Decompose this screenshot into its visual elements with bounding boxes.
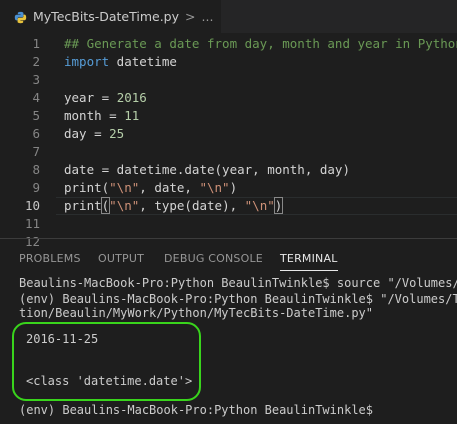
code-token: 11 (124, 108, 140, 123)
line-number: 10 (24, 198, 40, 213)
code-line[interactable]: 11 (0, 215, 457, 233)
code-token: import (64, 54, 110, 69)
code-line[interactable]: 7 (0, 143, 457, 161)
code-text: day = 25 (64, 125, 124, 143)
editor-tab-bar: MyTecBits-DateTime.py > ... (0, 0, 457, 33)
line-number: 9 (32, 180, 40, 195)
code-token: datetime (109, 54, 177, 69)
code-line[interactable]: 1 ## Generate a date from day, month and … (0, 35, 457, 53)
code-token: ## Generate a date from day, month and y… (64, 36, 457, 51)
line-number: 5 (32, 108, 40, 123)
code-token: , type(date), (139, 198, 245, 213)
output-highlight-box (12, 322, 201, 401)
tab-problems[interactable]: PROBLEMS (19, 252, 81, 265)
code-line[interactable]: 6 day = 25 (0, 125, 457, 143)
code-token: ) (229, 180, 238, 195)
code-token: month = (64, 108, 125, 123)
code-token: , date, (139, 180, 200, 195)
code-text: ## Generate a date from day, month and y… (64, 35, 457, 53)
code-text: date = datetime.date(year, month, day) (64, 161, 350, 179)
code-token: date = datetime.date(year, month, day) (64, 162, 350, 177)
code-line[interactable]: 9 print("\n", date, "\n") (0, 179, 457, 197)
file-tab[interactable]: MyTecBits-DateTime.py > ... (0, 0, 222, 33)
code-token: 25 (109, 126, 125, 141)
terminal-line: tion/Beaulin/MyWork/Python/MyTecBits-Dat… (19, 306, 374, 320)
code-token: print (64, 198, 102, 213)
code-token: 2016 (116, 90, 147, 105)
code-token: day = (64, 126, 110, 141)
file-tab-label: MyTecBits-DateTime.py (33, 9, 180, 24)
python-file-icon (14, 11, 27, 24)
line-number: 1 (32, 36, 40, 51)
code-line[interactable]: 10 print("\n", type(date), "\n") (0, 197, 457, 215)
tab-terminal[interactable]: TERMINAL (280, 252, 338, 271)
code-line[interactable]: 2 import datetime (0, 53, 457, 71)
code-token: ) (273, 197, 284, 214)
terminal-prompt: (env) Beaulins-MacBook-Pro:Python Beauli… (19, 403, 374, 417)
code-line[interactable]: 8 date = datetime.date(year, month, day) (0, 161, 457, 179)
code-token: "\n" (244, 198, 275, 213)
code-text: print("\n", date, "\n") (64, 179, 237, 197)
code-token: "\n" (109, 180, 140, 195)
code-token: print( (64, 180, 110, 195)
line-number: 3 (32, 72, 40, 87)
breadcrumb-more[interactable]: ... (202, 9, 214, 24)
line-number: 4 (32, 90, 40, 105)
code-line[interactable]: 5 month = 11 (0, 107, 457, 125)
code-text: import datetime (64, 53, 177, 71)
code-line[interactable]: 3 (0, 71, 457, 89)
code-line[interactable]: 4 year = 2016 (0, 89, 457, 107)
breadcrumb-separator: > (185, 9, 196, 24)
code-text: year = 2016 (64, 89, 147, 107)
tab-output[interactable]: OUTPUT (98, 252, 144, 265)
code-token: year = (64, 90, 117, 105)
line-number: 11 (24, 216, 40, 231)
code-token: "\n" (109, 198, 140, 213)
line-number: 6 (32, 126, 40, 141)
panel-tabs: PROBLEMS OUTPUT DEBUG CONSOLE TERMINAL (0, 239, 457, 275)
line-number: 8 (32, 162, 40, 177)
code-text: month = 11 (64, 107, 139, 125)
code-token: "\n" (199, 180, 230, 195)
line-number: 7 (32, 144, 40, 159)
code-editor[interactable]: 1 ## Generate a date from day, month and … (0, 33, 457, 249)
code-text: print("\n", type(date), "\n") (64, 197, 284, 215)
terminal-line: Beaulins-MacBook-Pro:Python BeaulinTwink… (19, 276, 457, 290)
line-number: 2 (32, 54, 40, 69)
tab-debug-console[interactable]: DEBUG CONSOLE (164, 252, 263, 265)
